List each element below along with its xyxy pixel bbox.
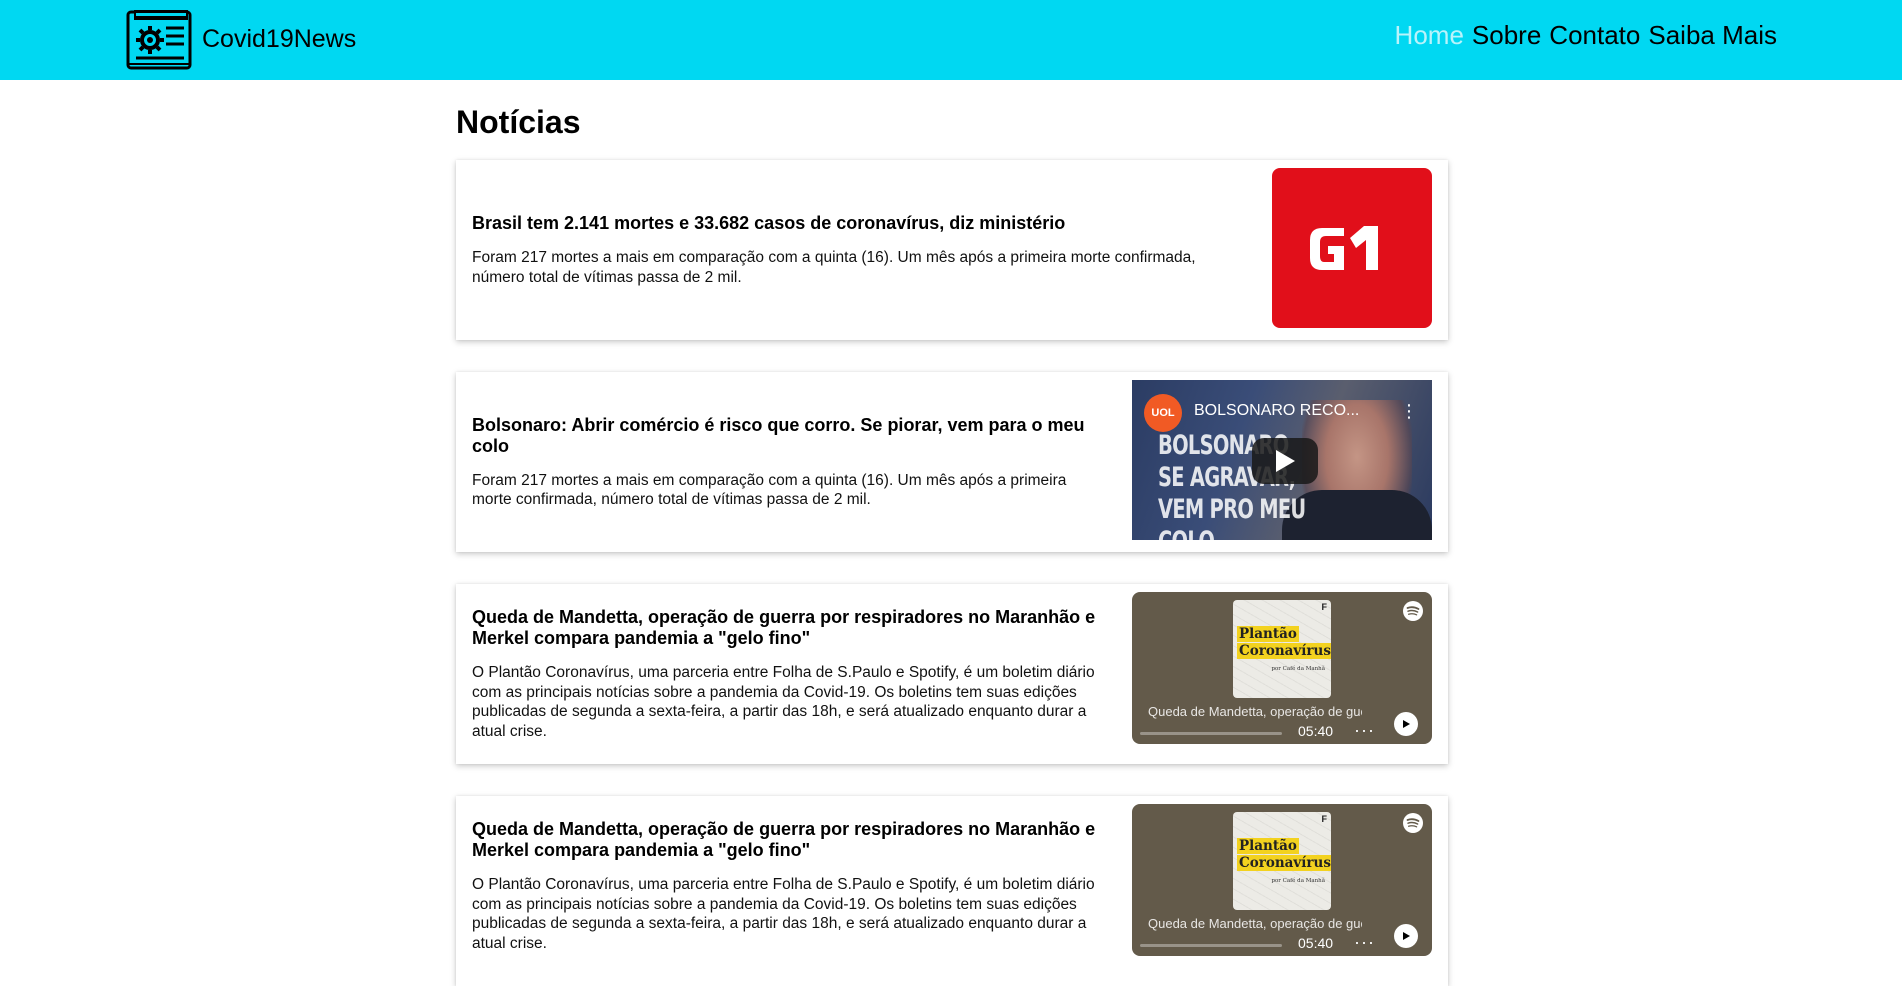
play-icon <box>1403 720 1410 728</box>
news-card-text: O Plantão Coronavírus, uma parceria entr… <box>472 664 1095 740</box>
spotify-icon[interactable] <box>1402 812 1424 834</box>
play-icon <box>1276 450 1295 472</box>
more-vertical-icon[interactable]: ⋮ <box>1400 402 1418 420</box>
nav-home-link[interactable]: Home <box>1395 20 1464 51</box>
nav-sobre-link[interactable]: Sobre <box>1472 20 1541 51</box>
podcast-progress-bar[interactable] <box>1140 944 1282 947</box>
folha-icon: F <box>1321 814 1328 824</box>
podcast-cover: F Plantão Coronavírus por Café da Manhã <box>1233 600 1331 698</box>
podcast-play-button[interactable] <box>1394 712 1418 736</box>
nav-contato-link[interactable]: Contato <box>1549 20 1640 51</box>
news-card[interactable]: Queda de Mandetta, operação de guerra po… <box>456 796 1448 986</box>
brand-name: Covid19News <box>202 24 357 53</box>
news-card-text: Foram 217 mortes a mais em comparação co… <box>472 471 1067 509</box>
uol-channel-avatar[interactable]: UOL <box>1144 394 1182 432</box>
podcast-cover: F Plantão Coronavírus por Café da Manhã <box>1233 812 1331 910</box>
podcast-play-button[interactable] <box>1394 924 1418 948</box>
brand[interactable]: Covid19News <box>126 8 356 70</box>
news-card-body: Queda de Mandetta, operação de guerra po… <box>472 796 1112 976</box>
main-nav: Home Sobre Contato Saiba Mais <box>1395 20 1777 51</box>
video-title[interactable]: BOLSONARO RECO... <box>1194 402 1359 420</box>
more-options-icon[interactable]: ··· <box>1354 720 1375 741</box>
podcast-track-title[interactable]: Queda de Mandetta, operação de guerra <box>1148 916 1362 931</box>
news-card-body: Bolsonaro: Abrir comércio é risco que co… <box>472 372 1108 552</box>
newspaper-gear-icon <box>126 10 192 70</box>
more-options-icon[interactable]: ··· <box>1354 932 1375 953</box>
folha-icon: F <box>1321 602 1328 612</box>
podcast-track-title[interactable]: Queda de Mandetta, operação de guerra <box>1148 704 1362 719</box>
news-card[interactable]: Queda de Mandetta, operação de guerra po… <box>456 584 1448 764</box>
spotify-embed[interactable]: F Plantão Coronavírus por Café da Manhã … <box>1132 804 1432 956</box>
top-navbar: Covid19News Home Sobre Contato Saiba Mai… <box>0 0 1902 80</box>
page-title: Notícias <box>456 104 581 140</box>
podcast-progress-bar[interactable] <box>1140 732 1282 735</box>
podcast-duration: 05:40 <box>1298 935 1334 951</box>
nav-saiba-mais-link[interactable]: Saiba Mais <box>1648 20 1777 51</box>
news-card-body: Brasil tem 2.141 mortes e 33.682 casos d… <box>472 160 1248 340</box>
spotify-embed[interactable]: F Plantão Coronavírus por Café da Manhã … <box>1132 592 1432 744</box>
podcast-duration: 05:40 <box>1298 723 1334 739</box>
play-icon <box>1403 932 1410 940</box>
news-card-title[interactable]: Queda de Mandetta, operação de guerra po… <box>472 819 1112 861</box>
spotify-icon[interactable] <box>1402 600 1424 622</box>
news-card[interactable]: Bolsonaro: Abrir comércio é risco que co… <box>456 372 1448 552</box>
g1-logo-icon: G1 <box>1310 226 1378 270</box>
news-card-title[interactable]: Brasil tem 2.141 mortes e 33.682 casos d… <box>472 213 1248 234</box>
g1-logo[interactable]: G1 <box>1272 168 1432 328</box>
news-card-body: Queda de Mandetta, operação de guerra po… <box>472 584 1112 764</box>
news-card[interactable]: Brasil tem 2.141 mortes e 33.682 casos d… <box>456 160 1448 340</box>
news-card-title[interactable]: Bolsonaro: Abrir comércio é risco que co… <box>472 415 1108 457</box>
news-card-title[interactable]: Queda de Mandetta, operação de guerra po… <box>472 607 1112 649</box>
news-card-text: Foram 217 mortes a mais em comparação co… <box>472 249 1196 286</box>
video-play-button[interactable] <box>1252 438 1318 484</box>
news-card-text: O Plantão Coronavírus, uma parceria entr… <box>472 876 1095 952</box>
video-embed[interactable]: BOLSONARO SE AGRAVAR, VEM PRO MEU COLO U… <box>1132 380 1432 540</box>
